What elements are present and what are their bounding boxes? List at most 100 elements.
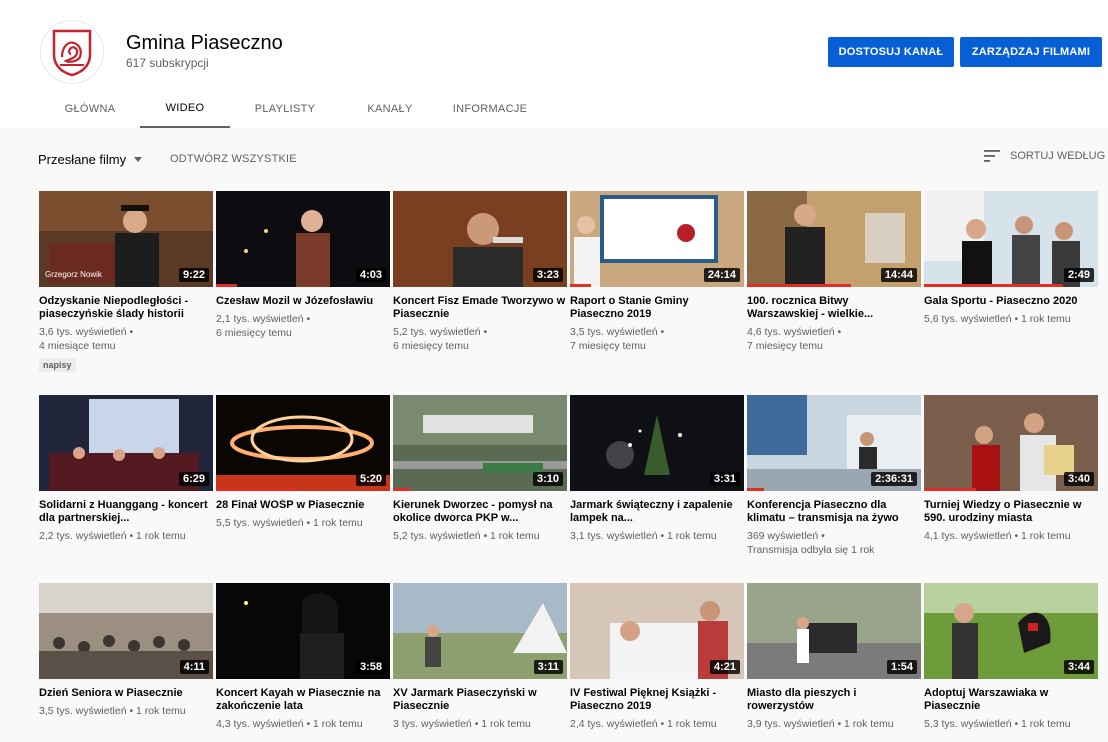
- channel-header: Gmina Piaseczno 617 subskrypcji DOSTOSUJ…: [0, 0, 1108, 128]
- sort-button[interactable]: SORTUJ WEDŁUG: [984, 150, 1105, 162]
- video-thumbnail[interactable]: Grzegorz Nowik 9:22: [39, 191, 213, 287]
- video-thumbnail[interactable]: 14:44: [747, 191, 921, 287]
- video-title[interactable]: Czesław Mozil w Józefosławiu: [216, 295, 390, 308]
- video-thumbnail[interactable]: 6:29: [39, 395, 213, 491]
- view-count: 3 tys. wyświetleń • 1 rok temu: [393, 718, 531, 730]
- watch-progress-bar: [570, 284, 591, 287]
- video-title[interactable]: Turniej Wiedzy o Piasecznie w 590. urodz…: [924, 499, 1098, 525]
- watch-progress-bar: [747, 284, 852, 287]
- video-title[interactable]: Kierunek Dworzec - pomysł na okolice dwo…: [393, 499, 567, 525]
- video-card[interactable]: 5:20 28 Finał WOŚP w Piasecznie 5,5 tys. w…: [216, 395, 390, 530]
- view-count: 5,2 tys. wyświetleń • 1 rok temu: [393, 530, 540, 542]
- manage-videos-button[interactable]: ZARZĄDZAJ FILMAMI: [960, 37, 1102, 67]
- video-card[interactable]: 3:10 Kierunek Dworzec - pomysł na okolice…: [393, 395, 567, 543]
- view-count: 3,9 tys. wyświetleń • 1 rok temu: [747, 718, 894, 730]
- view-count: 2,2 tys. wyświetleń • 1 rok temu: [39, 530, 186, 542]
- tab-home[interactable]: GŁÓWNA: [40, 90, 140, 128]
- view-count: 3,6 tys. wyświetleń •: [39, 326, 134, 338]
- watch-progress-bar: [924, 488, 977, 491]
- tab-videos[interactable]: WIDEO: [140, 90, 230, 128]
- video-title[interactable]: Raport o Stanie Gminy Piaseczno 2019: [570, 295, 744, 321]
- video-card[interactable]: 2:36:31 Konferencja Piaseczno dla klimatu…: [747, 395, 921, 557]
- customize-channel-button[interactable]: DOSTOSUJ KANAŁ: [828, 37, 954, 67]
- video-thumbnail[interactable]: 3:58: [216, 583, 390, 679]
- video-metadata: 3,6 tys. wyświetleń • 4 miesiące temu: [39, 325, 213, 353]
- video-card[interactable]: 1:54 Miasto dla pieszych i rowerzystów 3,9…: [747, 583, 921, 731]
- video-title[interactable]: Gala Sportu - Piaseczno 2020: [924, 295, 1098, 308]
- video-thumbnail[interactable]: 5:20: [216, 395, 390, 491]
- video-duration: 1:54: [886, 660, 917, 674]
- upload-time: 7 miesięcy temu: [747, 340, 823, 352]
- video-card[interactable]: 4:03 Czesław Mozil w Józefosławiu 2,1 tys.…: [216, 191, 390, 340]
- uploads-dropdown[interactable]: Przesłane filmy: [38, 152, 143, 167]
- upload-time: 6 miesięcy temu: [216, 327, 292, 339]
- video-card[interactable]: Grzegorz Nowik 9:22 Odzyskanie Niepodległo…: [39, 191, 213, 373]
- view-count: 2,4 tys. wyświetleń • 1 rok temu: [570, 718, 717, 730]
- play-all-button[interactable]: ODTWÓRZ WSZYSTKIE: [170, 153, 297, 165]
- video-metadata: 5,5 tys. wyświetleń • 1 rok temu: [216, 516, 390, 530]
- video-duration: 2:36:31: [871, 472, 917, 486]
- video-title[interactable]: Jarmark świąteczny i zapalenie lampek na…: [570, 499, 744, 525]
- video-title[interactable]: Dzień Seniora w Piasecznie: [39, 687, 213, 700]
- video-title[interactable]: Koncert Fisz Emade Tworzywo w Piasecznie: [393, 295, 567, 321]
- video-thumbnail[interactable]: 3:40: [924, 395, 1098, 491]
- video-title[interactable]: Solidarni z Huanggang - koncert dla part…: [39, 499, 213, 525]
- thumbnail-caption: Grzegorz Nowik: [45, 270, 102, 279]
- tab-about[interactable]: INFORMACJE: [440, 90, 540, 128]
- video-card[interactable]: 3:31 Jarmark świąteczny i zapalenie lampe…: [570, 395, 744, 543]
- video-title[interactable]: 28 Finał WOŚP w Piasecznie: [216, 499, 390, 512]
- video-card[interactable]: 4:11 Dzień Seniora w Piasecznie 3,5 tys. w…: [39, 583, 213, 718]
- tab-playlists[interactable]: PLAYLISTY: [230, 90, 340, 128]
- video-title[interactable]: IV Festiwal Pięknej Książki - Piaseczno …: [570, 687, 744, 713]
- video-title[interactable]: XV Jarmark Piaseczyński w Piasecznie: [393, 687, 567, 713]
- video-title[interactable]: 100. rocznica Bitwy Warszawskiej - wielk…: [747, 295, 921, 321]
- video-card[interactable]: 3:40 Turniej Wiedzy o Piasecznie w 590. u…: [924, 395, 1098, 543]
- video-thumbnail[interactable]: 3:31: [570, 395, 744, 491]
- video-thumbnail[interactable]: 4:11: [39, 583, 213, 679]
- video-metadata: 3 tys. wyświetleń • 1 rok temu: [393, 717, 567, 731]
- video-card[interactable]: 3:11 XV Jarmark Piaseczyński w Piasecznie…: [393, 583, 567, 731]
- video-duration: 4:11: [179, 660, 209, 674]
- video-title[interactable]: Odzyskanie Niepodległości - piaseczyński…: [39, 295, 213, 321]
- video-duration: 3:44: [1063, 660, 1094, 674]
- subscriber-count: 617 subskrypcji: [126, 56, 209, 70]
- watch-progress-bar: [747, 488, 765, 491]
- video-card[interactable]: 6:29 Solidarni z Huanggang - koncert dla …: [39, 395, 213, 543]
- video-card[interactable]: 2:49 Gala Sportu - Piaseczno 2020 5,6 tys.…: [924, 191, 1098, 326]
- video-thumbnail[interactable]: 4:03: [216, 191, 390, 287]
- video-duration: 9:22: [178, 268, 209, 282]
- video-card[interactable]: 24:14 Raport o Stanie Gminy Piaseczno 201…: [570, 191, 744, 353]
- video-duration: 5:20: [355, 472, 386, 486]
- video-metadata: 4,6 tys. wyświetleń • 7 miesięcy temu: [747, 325, 921, 353]
- video-duration: 14:44: [880, 268, 917, 282]
- view-count: 3,5 tys. wyświetleń •: [570, 326, 665, 338]
- video-title[interactable]: Konferencja Piaseczno dla klimatu – tran…: [747, 499, 921, 525]
- video-thumbnail[interactable]: 24:14: [570, 191, 744, 287]
- upload-time: Transmisja odbyła się 1 rok: [747, 544, 875, 556]
- tab-channels[interactable]: KANAŁY: [340, 90, 440, 128]
- video-card[interactable]: 4:21 IV Festiwal Pięknej Książki - Piasec…: [570, 583, 744, 731]
- video-card[interactable]: 14:44 100. rocznica Bitwy Warszawskiej - …: [747, 191, 921, 353]
- video-thumbnail[interactable]: 3:10: [393, 395, 567, 491]
- view-count: 2,1 tys. wyświetleń •: [216, 313, 311, 325]
- channel-avatar[interactable]: [40, 20, 104, 84]
- view-count: 5,6 tys. wyświetleń • 1 rok temu: [924, 313, 1071, 325]
- video-title[interactable]: Koncert Kayah w Piasecznie na zakończeni…: [216, 687, 390, 713]
- video-thumbnail[interactable]: 2:49: [924, 191, 1098, 287]
- video-card[interactable]: 3:44 Adoptuj Warszawiaka w Piasecznie 5,3 …: [924, 583, 1098, 731]
- video-title[interactable]: Miasto dla pieszych i rowerzystów: [747, 687, 921, 713]
- video-thumbnail[interactable]: 1:54: [747, 583, 921, 679]
- video-card[interactable]: 3:58 Koncert Kayah w Piasecznie na zakońc…: [216, 583, 390, 731]
- video-metadata: 4,1 tys. wyświetleń • 1 rok temu: [924, 529, 1098, 543]
- video-thumbnail[interactable]: 3:23: [393, 191, 567, 287]
- video-thumbnail[interactable]: 4:21: [570, 583, 744, 679]
- video-thumbnail[interactable]: 3:44: [924, 583, 1098, 679]
- video-card[interactable]: 3:23 Koncert Fisz Emade Tworzywo w Piasec…: [393, 191, 567, 353]
- video-title[interactable]: Adoptuj Warszawiaka w Piasecznie: [924, 687, 1098, 713]
- filter-bar: Przesłane filmy ODTWÓRZ WSZYSTKIE SORTUJ…: [0, 128, 1108, 188]
- uploads-dropdown-label: Przesłane filmy: [38, 152, 127, 167]
- channel-tabs: GŁÓWNA WIDEO PLAYLISTY KANAŁY INFORMACJE: [40, 90, 540, 128]
- video-thumbnail[interactable]: 2:36:31: [747, 395, 921, 491]
- video-thumbnail[interactable]: 3:11: [393, 583, 567, 679]
- upload-time: 7 miesięcy temu: [570, 340, 646, 352]
